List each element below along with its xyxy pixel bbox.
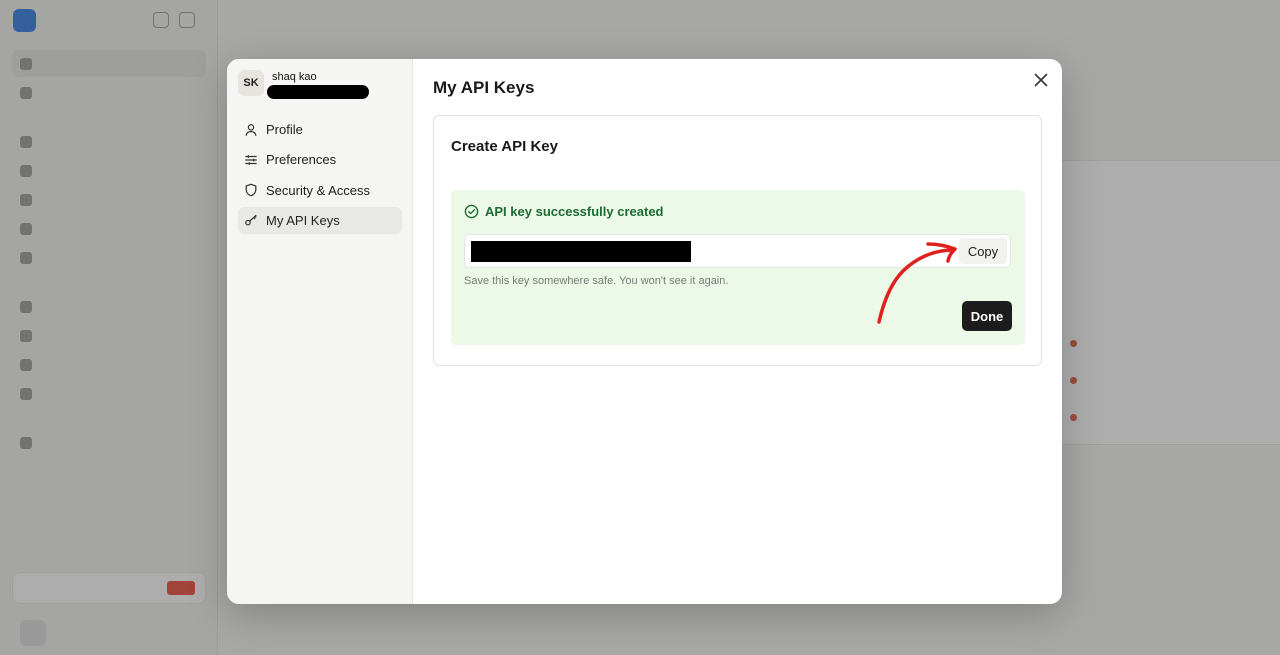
user-header: SK shaq kao [238, 70, 369, 99]
check-circle-icon [464, 204, 479, 219]
user-info: shaq kao [267, 70, 369, 99]
nav-item-preferences[interactable]: Preferences [238, 146, 402, 173]
nav-item-api-keys[interactable]: My API Keys [238, 206, 402, 234]
done-button[interactable]: Done [962, 301, 1012, 331]
key-icon [245, 215, 257, 226]
redacted-email [267, 85, 369, 99]
success-header: API key successfully created [464, 204, 664, 219]
close-button[interactable] [1032, 71, 1050, 89]
settings-modal: SK shaq kao Profile Preferences Security… [227, 59, 1062, 604]
nav-item-security[interactable]: Security & Access [238, 177, 402, 204]
success-message: API key successfully created [485, 204, 664, 219]
create-api-key-card: Create API Key API key successfully crea… [433, 115, 1042, 366]
redacted-api-key [471, 241, 691, 262]
copy-button[interactable]: Copy [959, 238, 1007, 264]
app-root: SK shaq kao Profile Preferences Security… [0, 0, 1280, 655]
settings-content: My API Keys Create API Key API key succe… [413, 59, 1062, 604]
nav-item-label: Profile [266, 122, 303, 137]
save-hint: Save this key somewhere safe. You won't … [464, 275, 729, 287]
page-title: My API Keys [433, 78, 535, 97]
settings-sidebar: SK shaq kao Profile Preferences Security… [227, 59, 413, 604]
shield-icon [245, 183, 257, 197]
close-icon [1034, 73, 1048, 87]
nav-item-profile[interactable]: Profile [238, 116, 402, 143]
user-icon [245, 123, 257, 136]
user-name: shaq kao [272, 71, 317, 83]
settings-nav: Profile Preferences Security & Access My… [238, 116, 402, 237]
nav-item-label: My API Keys [266, 212, 340, 228]
card-title: Create API Key [451, 138, 558, 155]
success-panel: API key successfully created Copy Save t… [451, 190, 1025, 345]
nav-item-label: Security & Access [266, 182, 371, 198]
avatar: SK [238, 70, 264, 96]
nav-item-label: Preferences [266, 152, 337, 168]
sliders-icon [245, 154, 257, 165]
api-key-field[interactable]: Copy [464, 234, 1011, 268]
